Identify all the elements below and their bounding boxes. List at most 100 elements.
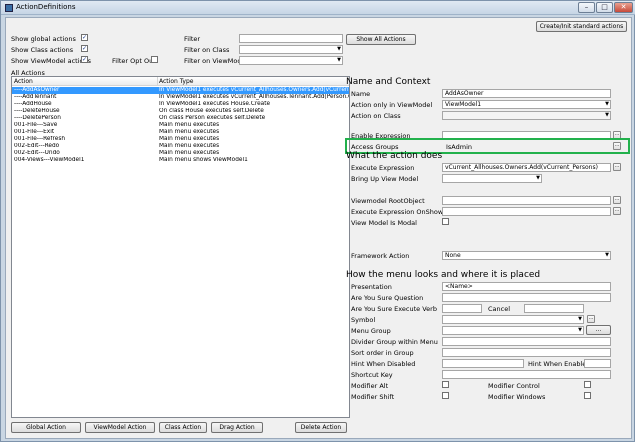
modifier-shift-checkbox[interactable] <box>442 392 449 399</box>
execute-onshow-input[interactable] <box>442 207 611 216</box>
action-on-class-label: Action on Class <box>351 112 401 120</box>
modifier-windows-label: Modifier Windows <box>488 393 546 401</box>
name-input[interactable]: AddAsOwner <box>442 89 611 98</box>
column-header-action[interactable]: Action <box>14 78 33 85</box>
filter-opt-out-checkbox[interactable] <box>151 56 158 63</box>
class-action-button[interactable]: Class Action <box>159 422 207 433</box>
table-row[interactable]: ----DeletePerson On class Person executes… <box>12 115 349 122</box>
show-viewmodel-checkbox[interactable]: ✓ <box>81 56 88 63</box>
table-row[interactable]: 001-File---Save Main menu executes <box>12 122 349 129</box>
filter-on-viewmodel-label: Filter on ViewModel <box>184 57 248 65</box>
filter-label: Filter <box>184 35 201 43</box>
chevron-down-icon: ▼ <box>605 252 609 258</box>
chevron-down-icon: ▼ <box>337 57 341 63</box>
table-row[interactable]: 002-Edit---Undo Main menu executes <box>12 150 349 157</box>
menu-group-ellipsis-button[interactable]: ... <box>586 325 611 335</box>
window-title: ActionDefinitions <box>16 3 76 11</box>
table-row[interactable]: ----DeleteHouse On class House executes s… <box>12 108 349 115</box>
show-all-actions-button[interactable]: Show All Actions <box>346 34 416 45</box>
menu-section-header: How the menu looks and where it is place… <box>346 270 541 280</box>
name-label: Name <box>351 90 371 98</box>
close-icon[interactable]: ✕ <box>614 2 633 13</box>
table-row[interactable]: 001-File---Exit Main menu executes <box>12 129 349 136</box>
title-bar[interactable]: ActionDefinitions – □ ✕ <box>1 1 635 15</box>
viewmodel-is-modal-label: View Model Is Modal <box>351 219 417 227</box>
modifier-shift-label: Modifier Shift <box>351 393 395 401</box>
table-row[interactable]: ----AddHouse In ViewModel1 executes House… <box>12 101 349 108</box>
maximize-icon[interactable]: □ <box>596 2 613 13</box>
modifier-windows-checkbox[interactable] <box>584 392 591 399</box>
filter-on-viewmodel-select[interactable]: ▼ <box>239 56 343 65</box>
chevron-down-icon: ▼ <box>578 316 582 322</box>
hint-enabled-input[interactable] <box>584 359 611 368</box>
bring-up-viewmodel-label: Bring Up View Model <box>351 175 419 183</box>
name-context-header: Name and Context <box>346 77 431 87</box>
table-row[interactable]: 004-Views---ViewModel1 Main menu shows Vi… <box>12 157 349 164</box>
hint-disabled-label: Hint When Disabled <box>351 360 416 368</box>
execute-expression-label: Execute Expression <box>351 164 415 172</box>
filter-opt-out-label: Filter Opt Out <box>112 57 156 65</box>
symbol-label: Symbol <box>351 316 376 324</box>
bring-up-viewmodel-select[interactable]: ▼ <box>442 174 542 183</box>
are-you-sure-verb-input[interactable] <box>442 304 482 313</box>
hint-disabled-input[interactable] <box>442 359 524 368</box>
action-definitions-window: ActionDefinitions – □ ✕ Show global acti… <box>0 0 635 442</box>
table-row[interactable]: ----AddTennant In ViewModel1 executes vCu… <box>12 94 349 101</box>
menu-group-label: Menu Group <box>351 327 391 335</box>
filter-on-class-label: Filter on Class <box>184 46 230 54</box>
delete-action-button[interactable]: Delete Action <box>295 422 347 433</box>
action-only-select[interactable]: ViewModel1 ▼ <box>442 100 611 109</box>
ellipsis-button[interactable]: ... <box>587 315 595 323</box>
action-only-label: Action only in ViewModel <box>351 101 433 109</box>
divider-group-input[interactable] <box>442 337 611 346</box>
are-you-sure-question-label: Are You Sure Question <box>351 294 424 302</box>
are-you-sure-question-input[interactable] <box>442 293 611 302</box>
execute-expression-input[interactable]: vCurrent_Allhouses.Owners.Add(vCurrent_P… <box>442 163 611 172</box>
cancel-verb-input[interactable] <box>524 304 584 313</box>
chevron-down-icon: ▼ <box>605 101 609 107</box>
presentation-label: Presentation <box>351 283 392 291</box>
modifier-control-checkbox[interactable] <box>584 381 591 388</box>
modifier-alt-label: Modifier Alt <box>351 382 389 390</box>
column-divider <box>157 77 158 86</box>
framework-action-select[interactable]: None ▼ <box>442 251 611 260</box>
app-icon <box>5 4 13 12</box>
table-row[interactable]: 002-Edit---Redo Main menu executes <box>12 143 349 150</box>
table-row[interactable]: ----AddAsOwner In ViewModel1 executes vCu… <box>12 87 349 94</box>
framework-action-label: Framework Action <box>351 252 410 260</box>
viewmodel-action-button[interactable]: ViewModel Action <box>85 422 155 433</box>
chevron-down-icon: ▼ <box>605 112 609 118</box>
modifier-alt-checkbox[interactable] <box>442 381 449 388</box>
execute-onshow-label: Execute Expression OnShow <box>351 208 444 216</box>
ellipsis-button[interactable]: ... <box>613 207 621 215</box>
modifier-control-label: Modifier Control <box>488 382 540 390</box>
ellipsis-button[interactable]: ... <box>613 163 621 171</box>
actions-grid[interactable]: Action Action Type ----AddAsOwner In View… <box>11 76 350 418</box>
chevron-down-icon: ▼ <box>337 46 341 52</box>
sort-order-label: Sort order in Group <box>351 349 414 357</box>
presentation-input[interactable]: <Name> <box>442 282 611 291</box>
minimize-icon[interactable]: – <box>578 2 595 13</box>
symbol-select[interactable]: ▼ <box>442 315 584 324</box>
table-row[interactable]: 001-File---Refresh Main menu executes <box>12 136 349 143</box>
viewmodel-rootobject-input[interactable] <box>442 196 611 205</box>
menu-group-select[interactable]: ▼ <box>442 326 584 335</box>
ellipsis-button[interactable]: ... <box>613 196 621 204</box>
show-class-checkbox[interactable]: ✓ <box>81 45 88 52</box>
create-init-standard-actions-button[interactable]: Create/Init standard actions <box>536 21 627 32</box>
sort-order-input[interactable] <box>442 348 611 357</box>
shortcut-key-input[interactable] <box>442 370 611 379</box>
show-viewmodel-label: Show ViewModel actions <box>11 57 92 65</box>
filter-on-class-select[interactable]: ▼ <box>239 45 343 54</box>
cancel-label: Cancel <box>488 305 511 313</box>
divider-group-label: Divider Group within Menu <box>351 338 438 346</box>
column-header-action-type[interactable]: Action Type <box>159 78 193 85</box>
action-on-class-select[interactable]: ▼ <box>442 111 611 120</box>
shortcut-key-label: Shortcut Key <box>351 371 393 379</box>
global-action-button[interactable]: Global Action <box>11 422 81 433</box>
grid-header: Action Action Type <box>12 77 349 86</box>
filter-input[interactable] <box>239 34 343 43</box>
drag-action-button[interactable]: Drag Action <box>211 422 263 433</box>
show-global-checkbox[interactable]: ✓ <box>81 34 88 41</box>
viewmodel-is-modal-checkbox[interactable] <box>442 218 449 225</box>
